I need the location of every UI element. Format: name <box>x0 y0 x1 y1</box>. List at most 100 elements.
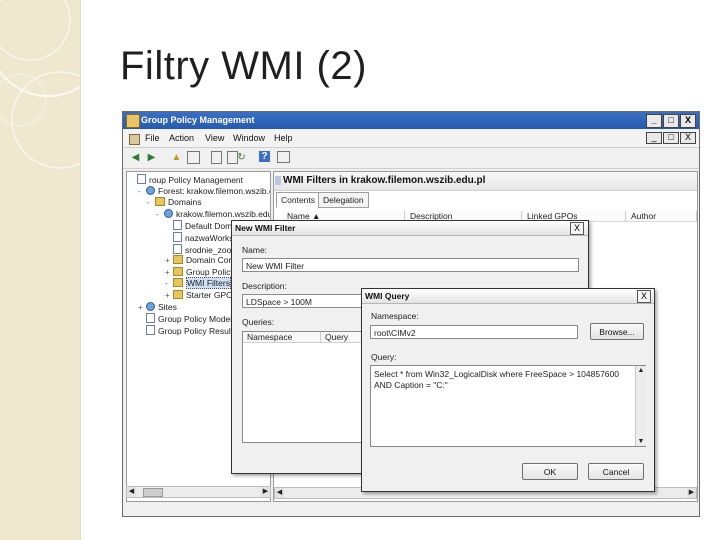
policy-icon <box>173 243 182 254</box>
tree-item[interactable]: Group Policy Results <box>138 324 238 336</box>
policy-icon <box>173 232 182 242</box>
inner-maximize-button[interactable]: □ <box>663 132 679 144</box>
tree-item[interactable]: + Sites <box>138 301 177 312</box>
tree-item-label: Starter GPOs <box>186 290 238 300</box>
console-menu-icon[interactable] <box>129 134 140 145</box>
query-label: Query: <box>371 352 397 362</box>
tab-delegation[interactable]: Delegation <box>318 192 369 208</box>
toolbar: ◀ ▶ ▲ ↻ ? <box>123 148 699 169</box>
window-titlebar[interactable]: Group Policy Management _ □ X <box>123 112 699 129</box>
tree-expander-icon[interactable]: + <box>165 291 173 300</box>
tree-item-label: Domains <box>168 197 202 208</box>
cancel-button[interactable]: Cancel <box>588 463 644 480</box>
inner-minimize-button[interactable]: _ <box>646 132 662 144</box>
domain-icon <box>146 185 155 195</box>
query-vertical-scrollbar[interactable]: ▲ ▼ <box>635 366 646 446</box>
new-wmi-filter-dialog-title: New WMI Filter <box>232 221 588 236</box>
close-button[interactable]: X <box>680 114 696 128</box>
tree-item[interactable]: - WMI Filters <box>165 277 231 290</box>
tree-item[interactable]: Group Policy Modeling <box>138 313 244 324</box>
up-folder-icon[interactable]: ▲ <box>170 151 183 164</box>
menu-file[interactable]: File <box>145 133 160 143</box>
folder-icon <box>155 197 165 207</box>
ok-button[interactable]: OK <box>522 463 578 480</box>
menu-window[interactable]: Window <box>233 133 265 143</box>
folder-icon <box>173 255 183 265</box>
column-author[interactable]: Author <box>626 211 697 222</box>
tree-item-label: Group Policy Results <box>158 325 238 336</box>
policy-icon <box>146 324 155 335</box>
refresh-icon[interactable]: ↻ <box>235 151 248 164</box>
query-textarea[interactable]: Select * from Win32_LogicalDisk where Fr… <box>370 365 646 447</box>
slide-decoration-bar <box>0 0 81 540</box>
details-header: WMI Filters in krakow.filemon.wszib.edu.… <box>274 172 697 191</box>
gpmc-app-icon <box>126 114 140 128</box>
back-icon[interactable]: ◀ <box>129 151 142 164</box>
wmi-query-dialog-title: WMI Query <box>362 289 654 304</box>
forward-icon[interactable]: ▶ <box>145 151 158 164</box>
scroll-thumb[interactable] <box>143 488 163 497</box>
window-controls: _ □ X <box>646 114 696 128</box>
help-icon[interactable]: ? <box>259 151 270 162</box>
decorative-circles <box>0 0 80 169</box>
tree-expander-icon[interactable]: - <box>147 198 155 207</box>
scroll-right-icon[interactable]: ▶ <box>261 487 270 497</box>
new-wmi-close-button[interactable]: X <box>570 222 584 235</box>
name-field[interactable]: New WMI Filter <box>242 258 579 272</box>
scroll-down-icon[interactable]: ▼ <box>636 437 646 446</box>
wmi-query-dialog: WMI Query X Namespace: root\CIMv2 Browse… <box>361 288 655 492</box>
description-field[interactable]: LDSpace > 100M <box>242 294 372 308</box>
policy-icon <box>146 313 155 324</box>
inner-window-controls: _ □ X <box>646 132 696 144</box>
namespace-label: Namespace: <box>371 311 419 321</box>
queries-list[interactable]: Namespace Query <box>242 331 374 443</box>
name-label: Name: <box>242 245 268 255</box>
tree-item-label: Forest: krakow.filemon.wszib.edu.pl <box>158 185 270 196</box>
tree-item[interactable]: + Starter GPOs <box>165 290 237 300</box>
browse-button[interactable]: Browse... <box>590 323 644 340</box>
slide-title: Filtry WMI (2) <box>120 44 367 88</box>
tree-expander-icon[interactable]: + <box>138 303 146 312</box>
details-scroll-left-icon[interactable]: ◀ <box>275 488 284 498</box>
console-tree-icon[interactable] <box>187 151 200 164</box>
window-title: Group Policy Management <box>141 115 255 125</box>
tree-item[interactable]: - krakow.filemon.wszib.edu.pl <box>156 208 271 219</box>
menu-bar: File Action View Window Help _ □ X <box>123 130 699 148</box>
namespace-field[interactable]: root\CIMv2 <box>370 325 578 339</box>
tree-expander-icon[interactable]: + <box>165 256 173 265</box>
properties-icon[interactable] <box>211 151 222 164</box>
details-scroll-right-icon[interactable]: ▶ <box>687 488 696 498</box>
view-icon[interactable] <box>277 151 290 163</box>
tree-item[interactable]: - Domains <box>147 197 202 207</box>
tab-contents[interactable]: Contents <box>276 192 321 208</box>
wmi-query-close-button[interactable]: X <box>637 290 651 303</box>
folder-icon <box>173 266 183 276</box>
details-title: WMI Filters in krakow.filemon.wszib.edu.… <box>283 175 486 186</box>
maximize-button[interactable]: □ <box>663 114 679 128</box>
tree-item[interactable]: - Forest: krakow.filemon.wszib.edu.pl <box>138 185 270 196</box>
menu-action[interactable]: Action <box>169 133 194 143</box>
scroll-up-icon[interactable]: ▲ <box>636 366 646 375</box>
domain-icon <box>146 301 155 311</box>
policy-icon <box>137 174 146 184</box>
queries-column-namespace[interactable]: Namespace <box>243 332 321 343</box>
menu-view[interactable]: View <box>205 133 224 143</box>
filter-icon <box>275 176 281 185</box>
domain-icon <box>164 208 173 218</box>
description-label: Description: <box>242 281 287 291</box>
tree-item[interactable]: roup Policy Management <box>129 174 243 185</box>
inner-close-button[interactable]: X <box>680 132 696 144</box>
minimize-button[interactable]: _ <box>646 114 662 128</box>
scroll-left-icon[interactable]: ◀ <box>127 487 136 497</box>
policy-icon <box>173 220 182 231</box>
gpmc-window: Group Policy Management _ □ X File Actio… <box>122 111 700 517</box>
tree-expander-icon[interactable]: - <box>156 210 164 219</box>
tree-item-label: krakow.filemon.wszib.edu.pl <box>176 208 271 219</box>
menu-help[interactable]: Help <box>274 133 293 143</box>
tree-expander-icon[interactable]: - <box>138 187 146 196</box>
folder-icon <box>173 290 183 299</box>
tree-item-label: WMI Filters <box>186 277 231 290</box>
tree-expander-icon[interactable]: - <box>165 279 173 288</box>
tree-horizontal-scrollbar[interactable]: ◀ ▶ <box>126 486 271 498</box>
tree-expander-icon[interactable]: + <box>165 268 173 277</box>
